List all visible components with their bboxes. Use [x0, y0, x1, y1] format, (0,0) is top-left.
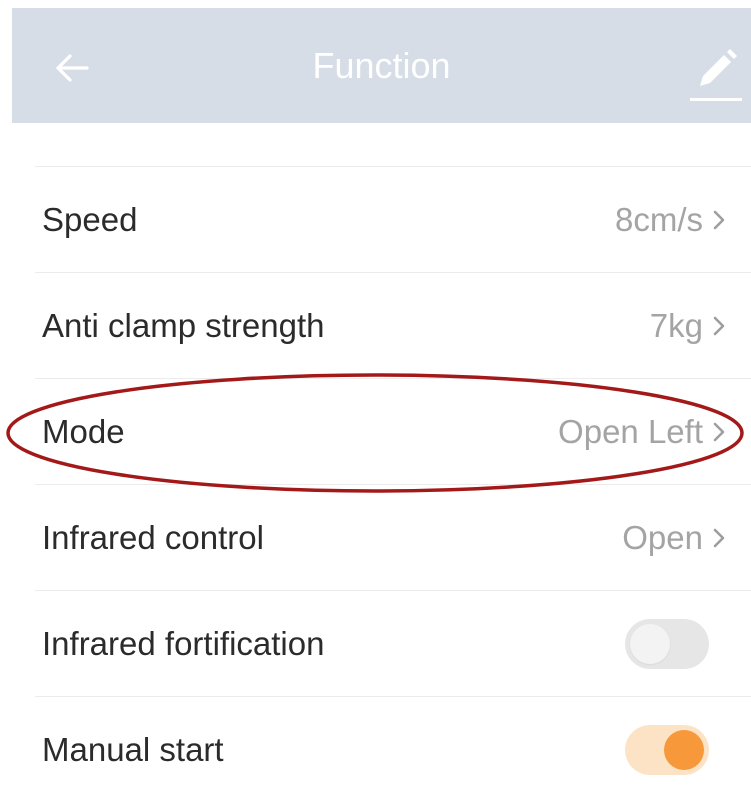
- chevron-right-icon: [713, 316, 725, 336]
- setting-row-infrared-control[interactable]: Infrared control Open: [0, 485, 751, 591]
- arrow-left-icon: [56, 54, 89, 82]
- manual-start-toggle[interactable]: [625, 725, 709, 775]
- setting-row-manual-start: Manual start: [0, 697, 751, 798]
- setting-label: Anti clamp strength: [42, 307, 325, 344]
- infrared-fortification-toggle[interactable]: [625, 619, 709, 669]
- setting-label: Infrared fortification: [42, 625, 325, 662]
- pencil-icon: [690, 49, 742, 101]
- back-button[interactable]: [50, 46, 94, 90]
- edit-button[interactable]: [684, 46, 748, 106]
- toggle-knob: [630, 624, 670, 664]
- header-bar: Function: [12, 8, 751, 123]
- setting-row-mode[interactable]: Mode Open Left: [0, 379, 751, 485]
- setting-row-anti-clamp-strength[interactable]: Anti clamp strength 7kg: [0, 273, 751, 379]
- setting-row-infrared-fortification: Infrared fortification: [0, 591, 751, 697]
- chevron-right-icon: [713, 422, 725, 442]
- setting-label: Mode: [42, 413, 125, 450]
- setting-value: 7kg: [649, 307, 703, 344]
- chevron-right-icon: [713, 210, 725, 230]
- setting-value: Open: [622, 519, 703, 556]
- chevron-right-icon: [713, 528, 725, 548]
- setting-value: 8cm/s: [614, 201, 703, 238]
- setting-label: Speed: [42, 201, 138, 238]
- toggle-knob: [664, 730, 704, 770]
- setting-label: Manual start: [42, 731, 224, 768]
- page-title: Function: [312, 44, 451, 86]
- setting-row-speed[interactable]: Speed 8cm/s: [0, 167, 751, 273]
- function-screen: Function Speed 8cm/s Anti clamp strength…: [0, 0, 751, 798]
- setting-value: Open Left: [558, 413, 703, 450]
- setting-label: Infrared control: [42, 519, 264, 556]
